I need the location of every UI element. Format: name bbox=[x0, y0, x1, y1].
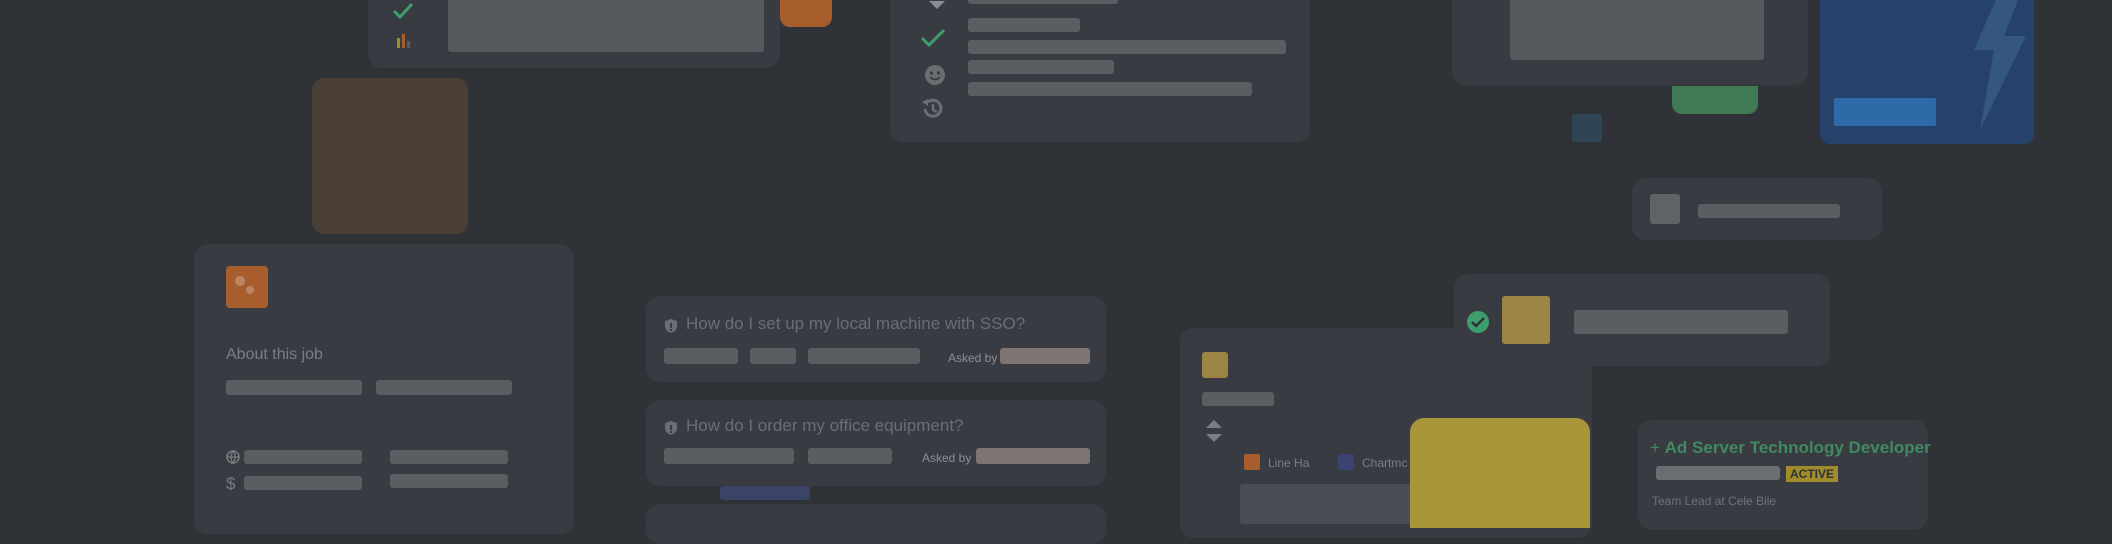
check-circle-icon bbox=[1467, 311, 1489, 333]
sort-icon[interactable] bbox=[1204, 418, 1224, 444]
text-line bbox=[968, 60, 1114, 74]
check-icon bbox=[920, 28, 946, 48]
promo-button[interactable] bbox=[1834, 98, 1936, 126]
asker-name-placeholder bbox=[1000, 348, 1090, 364]
lightning-icon bbox=[1974, 0, 2026, 130]
legend-swatch bbox=[1244, 454, 1260, 470]
brown-thumbnail bbox=[312, 78, 468, 234]
text-line bbox=[968, 82, 1252, 96]
smiley-icon bbox=[925, 65, 945, 85]
text-line bbox=[1656, 466, 1780, 480]
green-tab[interactable] bbox=[1672, 86, 1758, 114]
avatar bbox=[1650, 194, 1680, 224]
tag-placeholder bbox=[664, 448, 794, 464]
text-line bbox=[390, 450, 508, 464]
question-card[interactable]: How do I order my office equipment? Aske… bbox=[646, 400, 1106, 486]
job-subtitle: Team Lead at Cele Bile bbox=[1652, 494, 1777, 508]
job-details-card: About this job $ bbox=[194, 244, 574, 534]
orange-tile bbox=[780, 0, 832, 27]
check-icon bbox=[392, 2, 414, 20]
text-line bbox=[244, 450, 362, 464]
blue-strip bbox=[720, 486, 810, 500]
tag-placeholder bbox=[808, 348, 920, 364]
legend-label: Line Ha bbox=[1268, 456, 1310, 470]
tag-placeholder bbox=[808, 448, 892, 464]
text-line bbox=[226, 380, 362, 395]
image-placeholder bbox=[1510, 0, 1764, 60]
question-card-partial bbox=[646, 504, 1106, 544]
text-line bbox=[968, 18, 1080, 32]
text-line bbox=[1574, 310, 1788, 334]
item-thumbnail bbox=[1502, 296, 1550, 344]
bar-chart-icon bbox=[397, 34, 410, 48]
bullet: + bbox=[1650, 438, 1665, 457]
tag-placeholder bbox=[664, 348, 738, 364]
small-blue-square bbox=[1572, 114, 1602, 142]
shield-icon bbox=[665, 319, 677, 333]
text-line bbox=[968, 40, 1286, 54]
asked-by-label: Asked by bbox=[922, 451, 972, 465]
question-title[interactable]: How do I set up my local machine with SS… bbox=[686, 314, 1025, 334]
history-icon[interactable] bbox=[920, 96, 946, 122]
top-left-card bbox=[368, 0, 780, 68]
job-title[interactable]: + Ad Server Technology Developer bbox=[1650, 438, 1931, 458]
legend-swatch bbox=[1338, 454, 1354, 470]
chevron-down-icon bbox=[929, 1, 945, 9]
job-title-text: Ad Server Technology Developer bbox=[1664, 438, 1931, 457]
company-logo bbox=[226, 266, 268, 308]
tag-placeholder bbox=[750, 348, 796, 364]
job-posting-card: + Ad Server Technology Developer ACTIVE … bbox=[1638, 420, 1931, 530]
checked-item-card bbox=[1454, 274, 1830, 366]
legend-label: Chartmc bbox=[1362, 456, 1408, 470]
promo-panel bbox=[1820, 0, 2034, 144]
image-card bbox=[1452, 0, 1808, 85]
text-line bbox=[968, 0, 1118, 4]
globe-icon bbox=[226, 450, 240, 464]
shield-icon bbox=[665, 421, 677, 435]
status-badge: ACTIVE bbox=[1786, 466, 1839, 482]
question-card[interactable]: How do I set up my local machine with SS… bbox=[646, 296, 1106, 382]
text-line bbox=[1202, 392, 1274, 406]
chart-logo bbox=[1202, 352, 1228, 378]
about-title: About this job bbox=[226, 346, 323, 363]
text-line bbox=[390, 474, 508, 488]
checklist-card bbox=[890, 0, 1310, 142]
pill-card bbox=[1632, 178, 1882, 240]
image-placeholder bbox=[448, 0, 764, 52]
text-line bbox=[244, 476, 362, 490]
asked-by-label: Asked by bbox=[948, 351, 998, 365]
dollar-icon: $ bbox=[226, 474, 236, 493]
asker-name-placeholder bbox=[976, 448, 1090, 464]
text-line bbox=[1698, 204, 1840, 218]
question-title[interactable]: How do I order my office equipment? bbox=[686, 416, 964, 436]
text-line bbox=[376, 380, 512, 395]
